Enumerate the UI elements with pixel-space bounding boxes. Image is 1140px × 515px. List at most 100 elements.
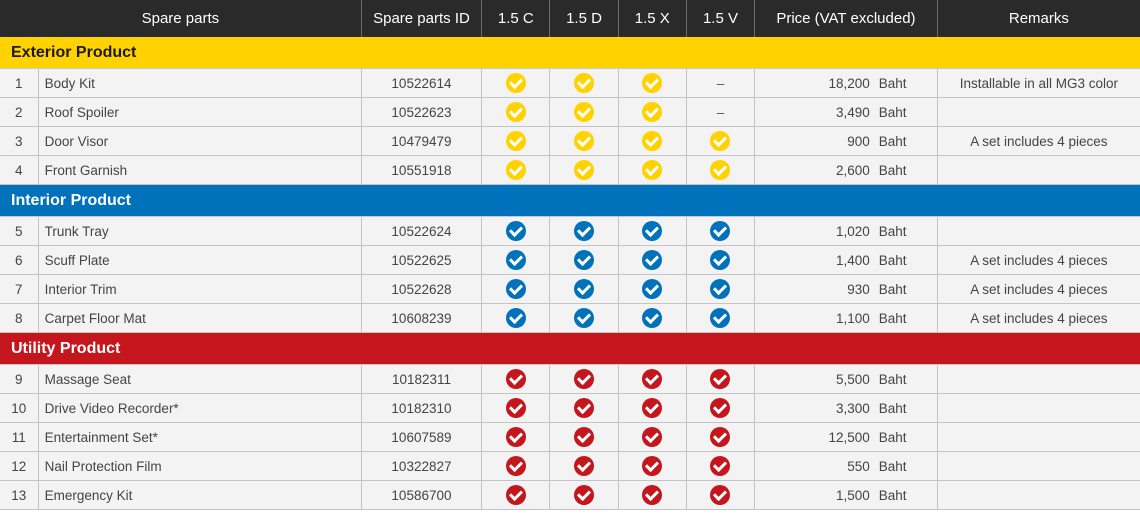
check-circle-icon (642, 160, 663, 180)
price-unit: Baht (878, 133, 907, 149)
part-name: Scuff Plate (38, 245, 362, 275)
variant-cell (481, 480, 551, 510)
price-cell: 1,100 Baht (754, 303, 938, 333)
variant-cell (686, 155, 756, 185)
check-circle-icon (574, 131, 595, 151)
check-circle-icon (505, 279, 526, 299)
variant-cell (481, 422, 551, 452)
dash-mark: – (716, 75, 725, 91)
table-row: 1 Body Kit 10522614 – 18,200 Baht Installable … (0, 68, 1140, 98)
dash-mark: – (716, 104, 725, 120)
table-row: 6 Scuff Plate 10522625 1,400 Baht A set inclu… (0, 245, 1140, 275)
check-circle-icon (710, 131, 731, 151)
remark (937, 451, 1140, 481)
variant-cell (549, 393, 619, 423)
price-value: 550 (847, 458, 870, 474)
price-cell: 3,300 Baht (754, 393, 938, 423)
check-circle-icon (574, 308, 595, 328)
variant-cell (686, 364, 756, 394)
row-number: 10 (0, 393, 39, 423)
row-number: 11 (0, 422, 39, 452)
check-circle-icon (642, 456, 663, 476)
check-circle-icon (574, 279, 595, 299)
variant-cell (686, 245, 756, 275)
variant-cell (549, 422, 619, 452)
part-id: 10479479 (361, 126, 483, 156)
variant-cell (618, 245, 687, 275)
section-utility: Utility Product (0, 332, 1140, 365)
check-circle-icon (505, 221, 526, 241)
variant-cell: – (686, 68, 756, 98)
variant-cell (549, 126, 619, 156)
remark (937, 364, 1140, 394)
table-row: 11 Entertainment Set* 10607589 12,500 Baht (0, 422, 1140, 452)
remark (937, 393, 1140, 423)
table-row: 8 Carpet Floor Mat 10608239 1,100 Baht A set … (0, 303, 1140, 333)
check-circle-icon (642, 398, 663, 418)
variant-cell (549, 480, 619, 510)
check-circle-icon (710, 427, 731, 447)
remark: Installable in all MG3 color (937, 68, 1140, 98)
header-variant-1-5-c: 1.5 C (481, 0, 551, 37)
variant-cell (618, 422, 687, 452)
part-name: Door Visor (38, 126, 362, 156)
row-number: 7 (0, 274, 39, 304)
variant-cell (549, 155, 619, 185)
row-number: 8 (0, 303, 39, 333)
variant-cell (549, 97, 619, 127)
price-cell: 900 Baht (754, 126, 938, 156)
check-circle-icon (505, 131, 526, 151)
price-value: 1,020 (835, 223, 870, 239)
part-id: 10522624 (361, 216, 483, 246)
header-price: Price (VAT excluded) (754, 0, 938, 37)
price-value: 900 (847, 133, 870, 149)
variant-cell (481, 451, 551, 481)
table-row: 10 Drive Video Recorder* 10182310 3,300 Baht (0, 393, 1140, 423)
check-circle-icon (710, 279, 731, 299)
price-value: 5,500 (835, 371, 870, 387)
part-name: Interior Trim (38, 274, 362, 304)
price-cell: 18,200 Baht (754, 68, 938, 98)
variant-cell (481, 97, 551, 127)
spare-parts-table: Spare parts Spare parts ID 1.5 C 1.5 D 1… (0, 0, 1140, 510)
price-unit: Baht (878, 162, 907, 178)
row-number: 13 (0, 480, 39, 510)
part-name: Drive Video Recorder* (38, 393, 362, 423)
variant-cell (481, 126, 551, 156)
part-name: Emergency Kit (38, 480, 362, 510)
check-circle-icon (710, 160, 731, 180)
price-cell: 1,500 Baht (754, 480, 938, 510)
header-spare-parts: Spare parts (0, 0, 362, 37)
check-circle-icon (642, 427, 663, 447)
remark: A set includes 4 pieces (937, 303, 1140, 333)
part-id: 10522628 (361, 274, 483, 304)
price-cell: 930 Baht (754, 274, 938, 304)
variant-cell (481, 216, 551, 246)
price-cell: 5,500 Baht (754, 364, 938, 394)
check-circle-icon (505, 369, 526, 389)
variant-cell (549, 364, 619, 394)
check-circle-icon (505, 160, 526, 180)
variant-cell (686, 216, 756, 246)
table-row: 3 Door Visor 10479479 900 Baht A set includes… (0, 126, 1140, 156)
price-cell: 550 Baht (754, 451, 938, 481)
price-value: 12,500 (828, 429, 870, 445)
part-name: Body Kit (38, 68, 362, 98)
variant-cell (686, 274, 756, 304)
price-cell: 1,020 Baht (754, 216, 938, 246)
variant-cell (618, 274, 687, 304)
table-row: 4 Front Garnish 10551918 2,600 Baht (0, 155, 1140, 185)
price-value: 3,300 (835, 400, 870, 416)
remark (937, 97, 1140, 127)
header-spare-parts-id: Spare parts ID (361, 0, 483, 37)
variant-cell (686, 480, 756, 510)
check-circle-icon (574, 456, 595, 476)
check-circle-icon (505, 250, 526, 270)
check-circle-icon (642, 279, 663, 299)
section-title: Interior Product (0, 184, 1140, 217)
price-cell: 12,500 Baht (754, 422, 938, 452)
part-id: 10551918 (361, 155, 483, 185)
variant-cell (481, 364, 551, 394)
variant-cell (481, 245, 551, 275)
part-id: 10182310 (361, 393, 483, 423)
